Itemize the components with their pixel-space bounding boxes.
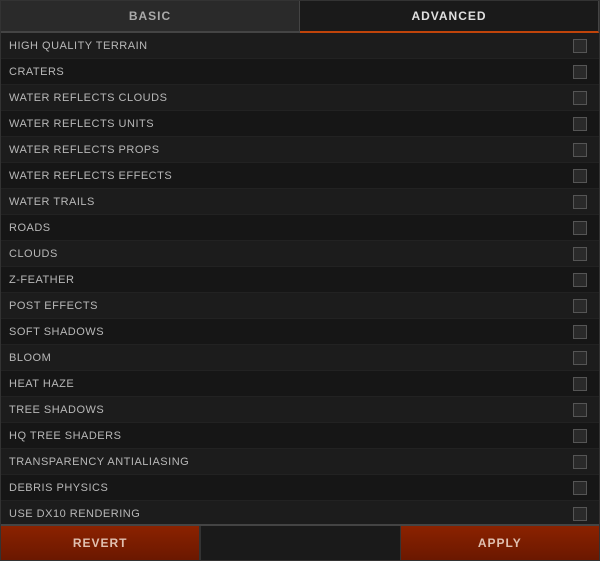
table-row: ROADS: [1, 215, 599, 241]
table-row: POST EFFECTS: [1, 293, 599, 319]
revert-button[interactable]: REVERT: [1, 526, 201, 560]
tab-advanced[interactable]: ADVANCED: [300, 1, 599, 33]
setting-checkbox[interactable]: [573, 169, 587, 183]
setting-checkbox[interactable]: [573, 403, 587, 417]
table-row: DEBRIS PHYSICS: [1, 475, 599, 501]
setting-label: Z-FEATHER: [9, 274, 573, 286]
settings-container: BASIC ADVANCED HIGH QUALITY TERRAIN CRATE…: [0, 0, 600, 561]
content-area: HIGH QUALITY TERRAIN CRATERS WATER REFLECT…: [1, 33, 599, 524]
setting-checkbox[interactable]: [573, 91, 587, 105]
table-row: Z-FEATHER: [1, 267, 599, 293]
setting-checkbox[interactable]: [573, 507, 587, 521]
setting-label: POST EFFECTS: [9, 300, 573, 312]
table-row: SOFT SHADOWS: [1, 319, 599, 345]
setting-label: WATER TRAILS: [9, 196, 573, 208]
table-row: WATER REFLECTS CLOUDS: [1, 85, 599, 111]
setting-label: TREE SHADOWS: [9, 404, 573, 416]
tab-basic[interactable]: BASIC: [1, 1, 300, 31]
table-row: WATER REFLECTS UNITS: [1, 111, 599, 137]
table-row: WATER REFLECTS EFFECTS: [1, 163, 599, 189]
settings-list: HIGH QUALITY TERRAIN CRATERS WATER REFLECT…: [1, 33, 599, 524]
setting-checkbox[interactable]: [573, 117, 587, 131]
setting-label: WATER REFLECTS PROPS: [9, 144, 573, 156]
table-row: WATER REFLECTS PROPS: [1, 137, 599, 163]
table-row: CRATERS: [1, 59, 599, 85]
setting-checkbox[interactable]: [573, 299, 587, 313]
setting-label: HEAT HAZE: [9, 378, 573, 390]
setting-checkbox[interactable]: [573, 351, 587, 365]
revert-label: REVERT: [73, 536, 128, 550]
setting-label: DEBRIS PHYSICS: [9, 482, 573, 494]
table-row: WATER TRAILS: [1, 189, 599, 215]
setting-checkbox[interactable]: [573, 195, 587, 209]
setting-checkbox[interactable]: [573, 273, 587, 287]
setting-checkbox[interactable]: [573, 481, 587, 495]
setting-label: USE DX10 RENDERING: [9, 508, 573, 520]
apply-button[interactable]: APPLY: [401, 526, 599, 560]
table-row: HEAT HAZE: [1, 371, 599, 397]
table-row: TREE SHADOWS: [1, 397, 599, 423]
table-row: HIGH QUALITY TERRAIN: [1, 33, 599, 59]
apply-label: APPLY: [478, 536, 522, 550]
setting-label: TRANSPARENCY ANTIALIASING: [9, 456, 573, 468]
setting-label: SOFT SHADOWS: [9, 326, 573, 338]
setting-checkbox[interactable]: [573, 377, 587, 391]
footer-middle: [201, 526, 400, 560]
setting-checkbox[interactable]: [573, 143, 587, 157]
table-row: USE DX10 RENDERING: [1, 501, 599, 524]
setting-checkbox[interactable]: [573, 455, 587, 469]
setting-label: WATER REFLECTS EFFECTS: [9, 170, 573, 182]
setting-label: HIGH QUALITY TERRAIN: [9, 40, 573, 52]
table-row: TRANSPARENCY ANTIALIASING: [1, 449, 599, 475]
setting-label: WATER REFLECTS UNITS: [9, 118, 573, 130]
table-row: BLOOM: [1, 345, 599, 371]
tab-bar: BASIC ADVANCED: [1, 1, 599, 33]
footer: REVERT APPLY: [1, 524, 599, 560]
setting-checkbox[interactable]: [573, 247, 587, 261]
setting-label: CRATERS: [9, 66, 573, 78]
setting-label: WATER REFLECTS CLOUDS: [9, 92, 573, 104]
tab-advanced-label: ADVANCED: [411, 9, 486, 23]
table-row: HQ TREE SHADERS: [1, 423, 599, 449]
setting-checkbox[interactable]: [573, 39, 587, 53]
setting-label: ROADS: [9, 222, 573, 234]
setting-label: CLOUDS: [9, 248, 573, 260]
setting-checkbox[interactable]: [573, 325, 587, 339]
setting-label: BLOOM: [9, 352, 573, 364]
setting-checkbox[interactable]: [573, 429, 587, 443]
table-row: CLOUDS: [1, 241, 599, 267]
tab-basic-label: BASIC: [129, 9, 171, 23]
setting-checkbox[interactable]: [573, 221, 587, 235]
setting-label: HQ TREE SHADERS: [9, 430, 573, 442]
setting-checkbox[interactable]: [573, 65, 587, 79]
